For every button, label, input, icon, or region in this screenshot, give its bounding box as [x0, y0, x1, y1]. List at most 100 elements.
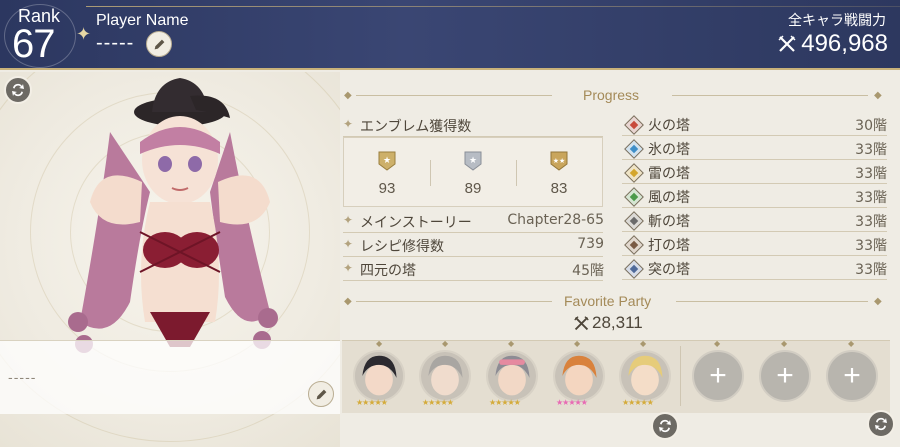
tower-value: 33階 — [855, 238, 887, 254]
rotate-party-button[interactable] — [651, 412, 679, 440]
refresh-icon — [12, 83, 24, 97]
row-divider — [622, 135, 887, 136]
slot-ornament: ◆ — [442, 339, 449, 348]
row-divider — [622, 255, 887, 256]
total-power-value: 496,968 — [801, 30, 888, 57]
tower-value: 33階 — [855, 262, 887, 278]
rarity-stars: ★★★★★ — [622, 398, 654, 407]
rarity-stars: ★★★★★ — [556, 398, 588, 407]
pierce-icon — [624, 259, 644, 279]
total-power: 496,968 — [777, 30, 888, 58]
recipe-value: 739 — [577, 236, 604, 252]
crossed-swords-icon — [778, 35, 796, 52]
add-party-member-button[interactable]: + — [759, 350, 811, 402]
character-portrait — [488, 352, 536, 400]
emblem-counts: ★ 93 ★ 89 ★★ 83 — [343, 137, 603, 207]
svg-text:★★: ★★ — [553, 157, 566, 165]
tower-name: 火の塔 — [648, 118, 690, 134]
divider — [676, 301, 868, 302]
svg-text:★: ★ — [469, 156, 477, 166]
crossed-swords-icon — [574, 315, 589, 330]
slot-ornament: ◆ — [508, 339, 515, 348]
slot-ornament: ◆ — [714, 339, 721, 348]
tower-value: 33階 — [855, 190, 887, 206]
edit-comment-button[interactable] — [308, 381, 334, 407]
row-divider — [343, 280, 603, 281]
sparkle-icon: ✦ — [343, 237, 354, 251]
party-member-5[interactable] — [619, 350, 671, 402]
total-power-label: 全キャラ戦闘力 — [788, 13, 886, 29]
refresh-icon — [875, 417, 887, 431]
character-portrait — [421, 352, 469, 400]
emblem-gold: ★ 93 — [344, 150, 430, 197]
rank-value: 67 — [12, 22, 55, 66]
slot-ornament: ◆ — [640, 339, 647, 348]
rotate-view-button[interactable] — [867, 410, 895, 438]
character-portrait — [555, 352, 603, 400]
refresh-icon — [659, 419, 671, 433]
divider-ornament: ◆ — [344, 90, 352, 101]
rotate-view-button[interactable] — [4, 76, 32, 104]
pencil-icon — [316, 389, 326, 399]
divider-ornament: ◆ — [874, 296, 882, 307]
row-divider — [343, 232, 603, 233]
rarity-stars: ★★★★★ — [489, 398, 521, 407]
party-power: 28,311 — [573, 313, 643, 333]
sparkle-icon: ✦ — [343, 261, 354, 275]
elements-tower-label: 四元の塔 — [360, 263, 416, 279]
row-divider — [622, 183, 887, 184]
divider — [356, 301, 552, 302]
party-member-2[interactable] — [419, 350, 471, 402]
edit-name-button[interactable] — [146, 31, 172, 57]
profile-header: Rank 67 ✦ Player Name ----- 全キャラ戦闘力 496,… — [0, 0, 900, 70]
divider-ornament: ◆ — [344, 296, 352, 307]
slot-ornament: ◆ — [781, 339, 788, 348]
tower-name: 突の塔 — [648, 262, 690, 278]
slash-icon — [624, 211, 644, 231]
party-member-3[interactable] — [486, 350, 538, 402]
character-portrait — [621, 352, 669, 400]
pencil-icon — [154, 39, 164, 49]
row-divider — [622, 279, 887, 280]
party-member-4[interactable] — [553, 350, 605, 402]
party-member-1[interactable] — [353, 350, 405, 402]
tower-name: 雷の塔 — [648, 166, 690, 182]
tower-name: 斬の塔 — [648, 214, 690, 230]
sparkle-icon: ✦ — [343, 213, 354, 227]
recipe-label: レシピ修得数 — [360, 239, 444, 255]
slot-ornament: ◆ — [574, 339, 581, 348]
tower-value: 33階 — [855, 142, 887, 158]
row-divider — [622, 159, 887, 160]
ice-icon — [624, 139, 644, 159]
divider — [356, 95, 552, 96]
emblem-silver: ★ 89 — [430, 150, 516, 197]
slot-ornament: ◆ — [376, 339, 383, 348]
main-story-label: メインストーリー — [360, 215, 472, 231]
tower-name: 氷の塔 — [648, 142, 690, 158]
divider — [672, 95, 868, 96]
strike-icon — [624, 235, 644, 255]
thunder-icon — [624, 163, 644, 183]
player-name-label: Player Name — [96, 12, 189, 29]
player-name-value: ----- — [96, 32, 135, 54]
rarity-stars: ★★★★★ — [356, 398, 388, 407]
add-party-member-button[interactable]: + — [692, 350, 744, 402]
row-divider — [622, 207, 887, 208]
gold-three-star-emblem-icon: ★★ — [550, 151, 568, 171]
emblem-gold-count: 93 — [378, 180, 396, 197]
sparkle-icon: ✦ — [343, 117, 354, 131]
progress-title: Progress — [583, 87, 640, 103]
rarity-stars: ★★★★★ — [422, 398, 454, 407]
main-story-value: Chapter28-65 — [507, 212, 604, 228]
comment-panel: ----- — [0, 340, 340, 414]
row-divider — [343, 256, 603, 257]
emblem-label: エンブレム獲得数 — [360, 119, 472, 135]
tower-value: 33階 — [855, 166, 887, 182]
favorite-party-title: Favorite Party — [564, 293, 652, 309]
tower-value: 33階 — [855, 214, 887, 230]
slot-ornament: ◆ — [848, 339, 855, 348]
divider-ornament: ◆ — [874, 90, 882, 101]
tower-value: 30階 — [855, 118, 887, 134]
emblem-silver-count: 89 — [464, 180, 482, 197]
add-party-member-button[interactable]: + — [826, 350, 878, 402]
